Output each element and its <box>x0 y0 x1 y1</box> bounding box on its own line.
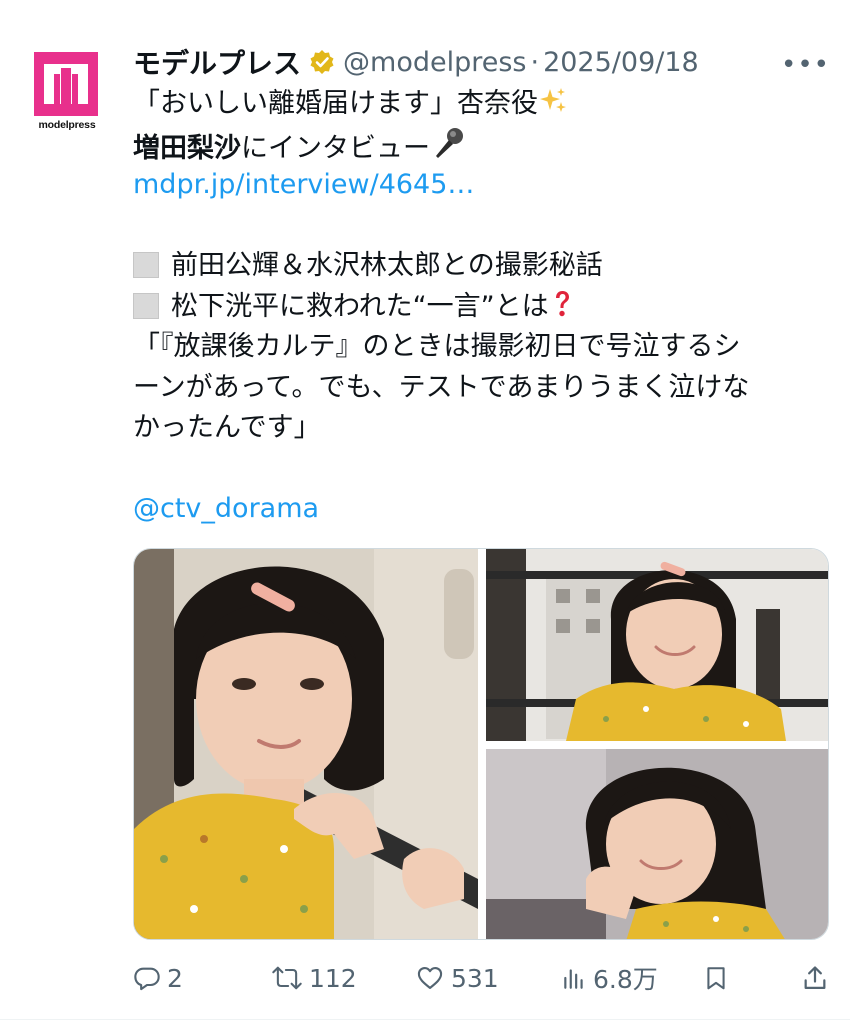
headline-text: 「おいしい離婚届けます」杏奈役 <box>133 88 538 119</box>
avatar-brand-label: modelpress <box>38 119 96 131</box>
divider <box>0 1019 850 1020</box>
analytics-icon <box>564 969 583 989</box>
quote-line-1: 「『放課後カルテ』のときは撮影初日で号泣するシ <box>133 331 741 362</box>
white-square-icon <box>133 252 159 278</box>
bookmark-icon <box>707 967 725 990</box>
interview-link[interactable]: mdpr.jp/interview/4645… <box>133 165 833 206</box>
media-grid <box>133 548 829 940</box>
like-count: 531 <box>451 963 499 993</box>
separator-dot: · <box>530 46 540 78</box>
heart-icon <box>417 967 443 989</box>
sparkles-icon <box>538 86 568 129</box>
share-button[interactable] <box>801 958 835 998</box>
action-bar: 2 112 531 6.8万 <box>133 958 833 998</box>
bullet-line-2: 松下洸平に救われた“一言”とは <box>133 287 833 328</box>
avatar[interactable]: modelpress <box>34 52 100 136</box>
reply-count: 2 <box>167 963 183 993</box>
text-line-2: 増田梨沙にインタビュー <box>133 125 833 166</box>
bookmark-button[interactable] <box>703 958 735 998</box>
tweet-text: 「おいしい離婚届けます」杏奈役 増田梨沙にインタビュー mdpr.jp/inte… <box>133 84 833 530</box>
bullet-line-1: 前田公輝＆水沢林太郎との撮影秘話 <box>133 246 833 287</box>
retweet-icon <box>272 966 302 990</box>
verified-badge-icon <box>309 49 335 75</box>
quote-line-3: かったんです」 <box>133 412 321 443</box>
retweet-button[interactable]: 112 <box>271 958 357 998</box>
mention-link[interactable]: @ctv_dorama <box>133 489 833 530</box>
photo-1[interactable] <box>134 549 478 939</box>
like-button[interactable]: 531 <box>415 958 499 998</box>
photo-3[interactable] <box>486 749 828 939</box>
reply-button[interactable]: 2 <box>133 958 183 998</box>
display-name[interactable]: モデルプレス <box>133 42 301 82</box>
timestamp[interactable]: 2025/09/18 <box>543 47 699 78</box>
red-question-mark-icon <box>549 289 575 332</box>
view-count: 6.8万 <box>593 965 658 994</box>
white-square-icon <box>133 292 159 319</box>
photo-2[interactable] <box>486 549 828 741</box>
quote-line-2: ーンがあって。でも、テストであまりうまく泣けな <box>133 371 750 403</box>
person-name: 増田梨沙 <box>133 132 241 164</box>
interview-text: にインタビュー <box>241 132 430 164</box>
tweet-card: modelpress モデルプレス @modelpress · 2025/09/… <box>0 0 850 1024</box>
more-options-icon[interactable]: ••• <box>781 50 830 80</box>
views-button[interactable]: 6.8万 <box>561 958 658 998</box>
share-icon <box>804 966 826 990</box>
modelpress-logo-icon <box>34 52 98 116</box>
handle[interactable]: @modelpress <box>343 47 526 78</box>
retweet-count: 112 <box>309 963 357 993</box>
text-line-1: 「おいしい離婚届けます」杏奈役 <box>133 84 833 125</box>
tweet-header: モデルプレス @modelpress · 2025/09/18 ••• <box>133 40 830 84</box>
bullet-text-1: 前田公輝＆水沢林太郎との撮影秘話 <box>171 250 603 281</box>
bullet-text-2: 松下洸平に救われた“一言”とは <box>171 290 549 322</box>
reply-icon <box>134 967 160 991</box>
